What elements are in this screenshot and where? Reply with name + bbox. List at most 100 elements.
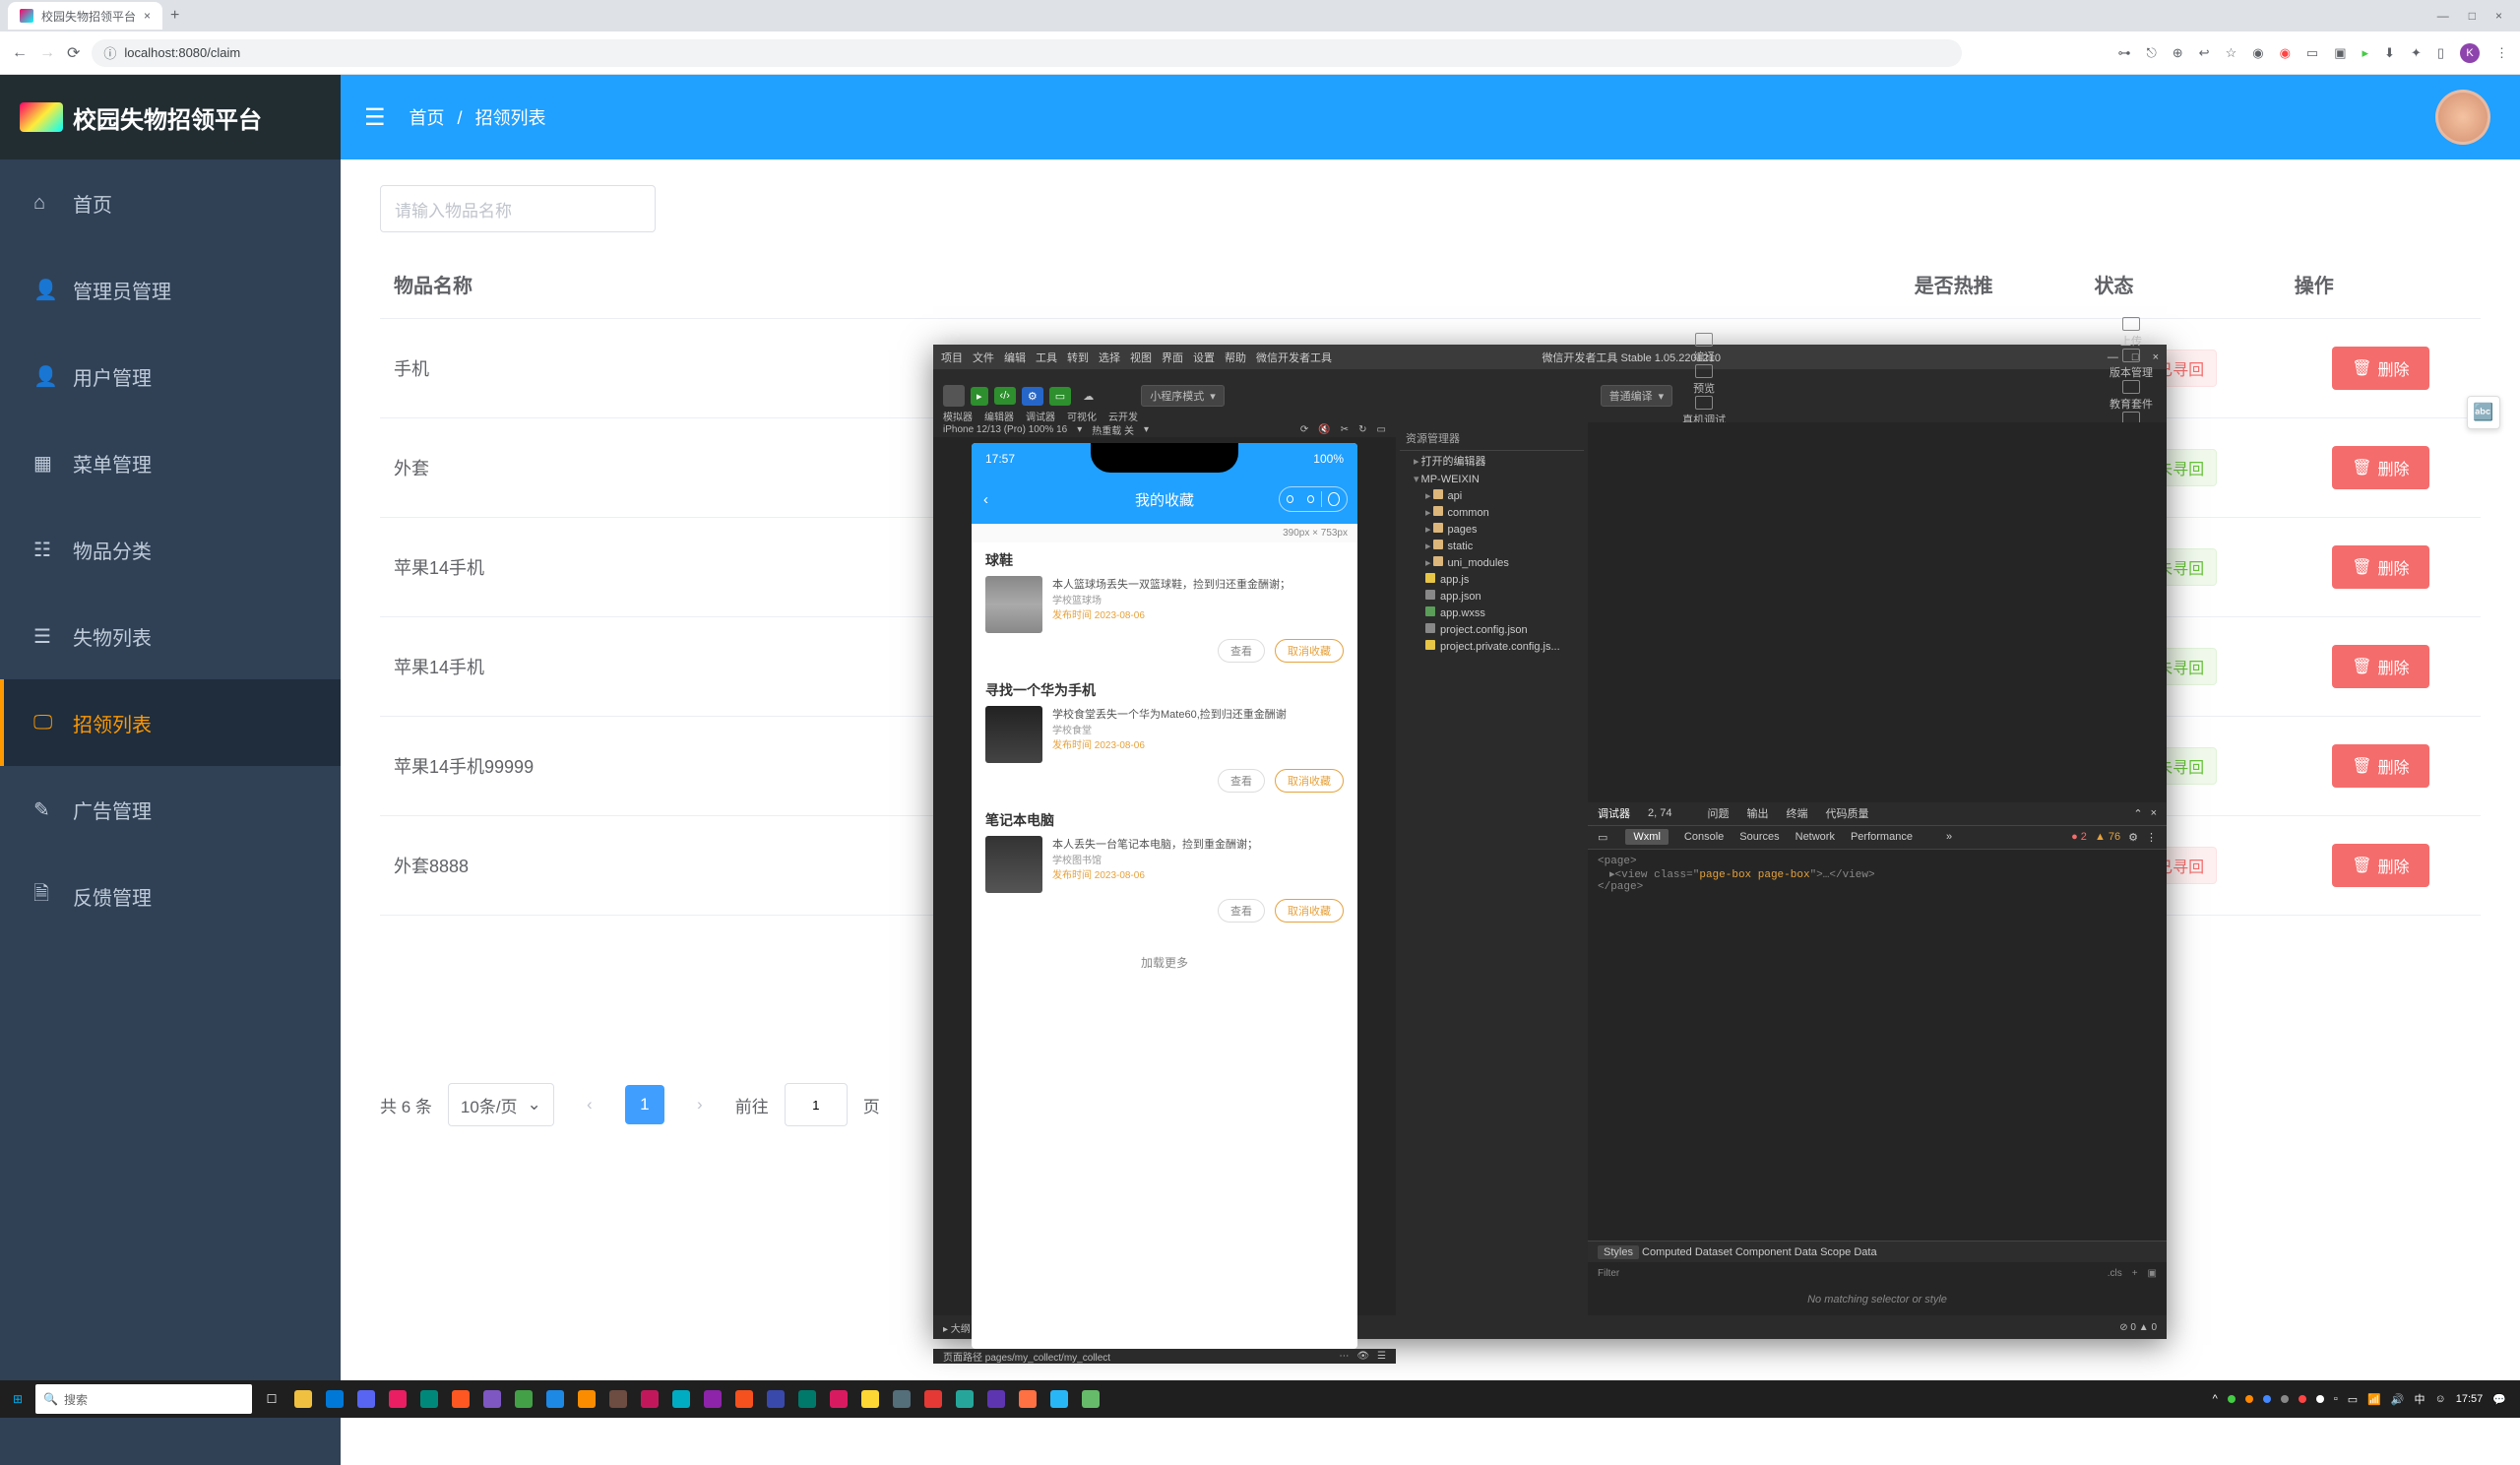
camera-icon[interactable]: ◉: [2252, 45, 2263, 61]
taskbar-app-icon[interactable]: [447, 1385, 474, 1413]
taskbar-app-icon[interactable]: [856, 1385, 884, 1413]
zoom-icon[interactable]: ⊕: [2173, 45, 2183, 61]
profile-avatar[interactable]: K: [2460, 43, 2480, 63]
note-icon[interactable]: ▭: [2306, 45, 2318, 61]
collapse-icon[interactable]: ⌃: [2133, 807, 2142, 820]
pin-icon[interactable]: ▣: [2148, 1268, 2157, 1279]
tab-debugger[interactable]: 调试器: [1598, 805, 1630, 821]
window-min-button[interactable]: —: [2437, 9, 2449, 23]
url-input[interactable]: ⓘ localhost:8080/claim: [92, 39, 1962, 67]
tree-folder[interactable]: ▸common: [1400, 504, 1584, 521]
inspect-icon[interactable]: ▭: [1598, 831, 1607, 844]
devtool-titlebar[interactable]: 项目文件编辑工具转到选择视图界面设置帮助微信开发者工具 微信开发者工具 Stab…: [933, 345, 2167, 369]
search-input[interactable]: 请输入物品名称: [380, 185, 656, 232]
cancel-favorite-button[interactable]: 取消收藏: [1275, 769, 1344, 793]
delete-button[interactable]: 🗑删除: [2332, 844, 2428, 887]
code-tb-icon[interactable]: ‹/›: [994, 387, 1016, 405]
browser-tab[interactable]: 校园失物招领平台 ×: [8, 2, 162, 30]
sidebar-item-home[interactable]: ⌂首页: [0, 159, 341, 246]
translate-icon[interactable]: ⎋: [2146, 45, 2156, 61]
tb-button[interactable]: 版本管理: [2110, 349, 2153, 380]
taskbar-app-icon[interactable]: [667, 1385, 695, 1413]
delete-button[interactable]: 🗑删除: [2332, 744, 2428, 788]
taskbar-app-icon[interactable]: [699, 1385, 726, 1413]
sidebar-item-claim[interactable]: 🖵招领列表: [0, 679, 341, 766]
styles-tab[interactable]: Scope Data: [1820, 1246, 1876, 1258]
tree-folder[interactable]: ▸static: [1400, 538, 1584, 554]
more-icon[interactable]: ⋯: [1339, 1351, 1349, 1362]
compile-select[interactable]: 普通编译▾: [1601, 385, 1673, 407]
taskbar-app-icon[interactable]: [888, 1385, 915, 1413]
tray-icon[interactable]: [2316, 1395, 2324, 1403]
tree-file[interactable]: project.private.config.js...: [1400, 638, 1584, 655]
dots-icon[interactable]: ⋮: [2146, 831, 2157, 844]
pager-size-select[interactable]: 10条/页 ⌄: [448, 1083, 554, 1126]
menu-item[interactable]: 界面: [1162, 352, 1183, 364]
inspector-tab[interactable]: 终端: [1786, 808, 1807, 820]
inspector-subtab[interactable]: Wxml: [1625, 829, 1669, 845]
menu-item[interactable]: 帮助: [1225, 352, 1246, 364]
delete-button[interactable]: 🗑删除: [2332, 446, 2428, 489]
menu-item[interactable]: 项目: [941, 352, 963, 364]
sidebar-item-menu[interactable]: ▦菜单管理: [0, 419, 341, 506]
menu-icon[interactable]: ⋮: [2495, 45, 2508, 61]
sidebar-item-ad[interactable]: ✎广告管理: [0, 766, 341, 853]
taskbar-app-icon[interactable]: [1045, 1385, 1073, 1413]
styles-tab[interactable]: Computed: [1642, 1246, 1692, 1258]
tree-open-editors[interactable]: ▸打开的编辑器: [1400, 451, 1584, 471]
inspector-subtab[interactable]: Console: [1684, 831, 1724, 843]
taskbar-app-icon[interactable]: [825, 1385, 852, 1413]
taskbar-app-icon[interactable]: [636, 1385, 663, 1413]
taskbar-app-icon[interactable]: [289, 1385, 317, 1413]
tree-file[interactable]: app.wxss: [1400, 605, 1584, 621]
close-icon[interactable]: ×: [2151, 807, 2157, 820]
cloud-tb-icon[interactable]: ☁: [1077, 387, 1100, 406]
sidebar-item-admin[interactable]: 👤管理员管理: [0, 246, 341, 333]
taskbar-app-icon[interactable]: [604, 1385, 632, 1413]
taskbar-search[interactable]: 🔍 搜索: [35, 1384, 252, 1414]
inspector-tab[interactable]: 输出: [1746, 808, 1768, 820]
taskbar-app-icon[interactable]: [762, 1385, 789, 1413]
collapse-menu-button[interactable]: ☰: [364, 103, 386, 132]
styles-tab[interactable]: Styles: [1598, 1245, 1639, 1259]
inspector-tab[interactable]: 问题: [1707, 808, 1729, 820]
tb-button[interactable]: 预览: [1682, 364, 1726, 396]
tb-button[interactable]: 上传: [2110, 317, 2153, 349]
tray-icon[interactable]: [2245, 1395, 2253, 1403]
nav-reload-button[interactable]: ⟳: [67, 43, 80, 63]
home-tb-icon[interactable]: ▸: [971, 387, 988, 406]
taskbar-app-icon[interactable]: [573, 1385, 600, 1413]
tree-file[interactable]: project.config.json: [1400, 621, 1584, 638]
sidebar-item-feedback[interactable]: 🗎反馈管理: [0, 853, 341, 939]
breadcrumb-home[interactable]: 首页: [410, 108, 445, 128]
menu-item[interactable]: 工具: [1036, 352, 1057, 364]
tree-project-root[interactable]: ▾MP-WEIXIN: [1400, 471, 1584, 487]
styles-tab[interactable]: Dataset: [1695, 1246, 1732, 1258]
wifi-icon[interactable]: 📶: [2367, 1393, 2381, 1406]
taskbar-app-icon[interactable]: [951, 1385, 978, 1413]
task-view-icon[interactable]: ☐: [258, 1385, 285, 1413]
back-icon[interactable]: ‹: [983, 491, 988, 508]
menu-item[interactable]: 视图: [1130, 352, 1152, 364]
inspector-subtab[interactable]: Network: [1796, 831, 1835, 843]
taskbar-app-icon[interactable]: [982, 1385, 1010, 1413]
add-style-button[interactable]: +: [2132, 1268, 2138, 1279]
phone-simulator[interactable]: 17:57 100% ‹ 我的收藏 390px × 753px 球鞋: [972, 443, 1357, 1349]
inspector-subtab[interactable]: Performance: [1851, 831, 1913, 843]
rotate-icon[interactable]: ↻: [1358, 424, 1366, 435]
inspector-subtab[interactable]: Sources: [1739, 831, 1779, 843]
menu-item[interactable]: 选择: [1099, 352, 1120, 364]
outline-toggle[interactable]: ▸ 大纲: [943, 1320, 971, 1335]
flag-icon[interactable]: ▸: [2362, 45, 2369, 61]
tray-icon[interactable]: [2281, 1395, 2289, 1403]
sidebar-item-user[interactable]: 👤用户管理: [0, 333, 341, 419]
delete-button[interactable]: 🗑删除: [2332, 545, 2428, 589]
styles-tab[interactable]: Component Data: [1735, 1246, 1817, 1258]
taskbar-app-icon[interactable]: [793, 1385, 821, 1413]
delete-button[interactable]: 🗑删除: [2332, 645, 2428, 688]
menu-item[interactable]: 微信开发者工具: [1256, 352, 1332, 364]
gear-icon[interactable]: ⚙: [2128, 831, 2138, 844]
menu-item[interactable]: 编辑: [1004, 352, 1026, 364]
tree-file[interactable]: app.js: [1400, 571, 1584, 588]
window-close-button[interactable]: ×: [2495, 9, 2502, 23]
